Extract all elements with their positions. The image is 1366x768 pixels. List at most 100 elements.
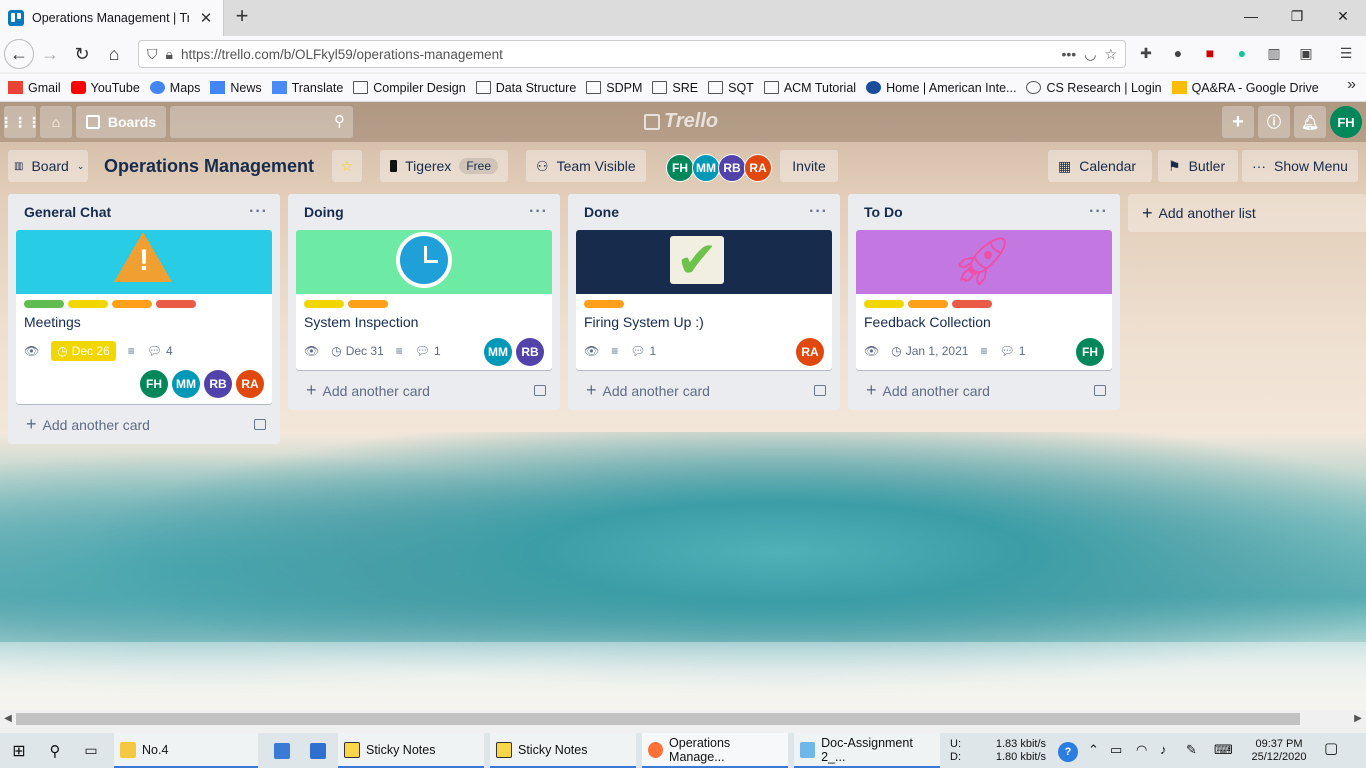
list-menu-icon[interactable]: ··· (1089, 203, 1108, 221)
home-icon[interactable]: ⌂ (98, 39, 130, 69)
pocket-icon[interactable]: ◡ (1084, 46, 1096, 63)
list-title[interactable]: To Do (864, 204, 903, 220)
due-date-badge[interactable]: ◷ Jan 1, 2021 (891, 344, 968, 358)
add-card-button[interactable]: + Add another card (856, 370, 1112, 410)
card-template-icon[interactable] (814, 384, 826, 396)
browser-tab[interactable]: Operations Management | Trello ✕ (0, 0, 224, 36)
board-view-switcher[interactable]: ▥ Board ⌄ (8, 150, 88, 182)
taskbar-file-explorer[interactable]: No.4 (114, 733, 258, 768)
invite-button[interactable]: Invite (780, 150, 838, 182)
shield-icon[interactable]: ⛉ (147, 46, 158, 63)
bookmark-acm-tutorial[interactable]: ACM Tutorial (763, 81, 856, 95)
new-tab-button[interactable]: + (230, 5, 254, 29)
menu-icon[interactable]: ☰ (1334, 42, 1358, 64)
search-input[interactable]: ⚲ (170, 106, 353, 138)
add-list-button[interactable]: + Add another list (1128, 194, 1366, 232)
label-yellow[interactable] (304, 300, 344, 308)
due-date-badge[interactable]: ◷ Dec 26 (51, 341, 116, 361)
pen-icon[interactable]: ✎ (1186, 743, 1197, 756)
member-avatar[interactable]: FH (1076, 338, 1104, 366)
volume-icon[interactable]: ♪ (1160, 743, 1167, 756)
apps-grid-icon[interactable]: ⋮⋮⋮ (0, 106, 41, 138)
label-green[interactable] (24, 300, 64, 308)
card-template-icon[interactable] (254, 418, 266, 430)
bookmark-gmail[interactable]: Gmail (8, 81, 61, 95)
label-red[interactable] (156, 300, 196, 308)
due-date-badge[interactable]: ◷ Dec 31 (331, 344, 384, 358)
list-menu-icon[interactable]: ··· (529, 203, 548, 221)
add-card-button[interactable]: + Add another card (296, 370, 552, 410)
forward-arrow-icon[interactable]: → (34, 39, 66, 69)
label-orange[interactable] (908, 300, 948, 308)
list-title[interactable]: General Chat (24, 204, 111, 220)
list-menu-icon[interactable]: ··· (809, 203, 828, 221)
boards-button[interactable]: Boards (76, 106, 166, 138)
visibility-button[interactable]: ⚇ Team Visible (526, 150, 646, 182)
member-avatar[interactable]: MM (172, 370, 200, 398)
label-orange[interactable] (348, 300, 388, 308)
keyboard-icon[interactable]: ⌨ (1214, 743, 1233, 756)
more-actions-icon[interactable]: ••• (1062, 46, 1077, 62)
show-menu-button[interactable]: ··· Show Menu (1242, 150, 1358, 182)
clock[interactable]: 09:37 PM 25/12/2020 (1246, 738, 1312, 764)
notification-bell-icon[interactable]: 🔔︎ (1294, 106, 1326, 138)
bookmark-sdpm[interactable]: SDPM (586, 81, 642, 95)
star-bookmark-icon[interactable]: ☆ (1104, 46, 1117, 63)
grammarly-icon[interactable]: ● (1230, 42, 1254, 64)
window-close-icon[interactable]: ✕ (1320, 0, 1366, 32)
butler-button[interactable]: ⚑ Butler (1158, 150, 1238, 182)
bookmark-news[interactable]: News (210, 81, 262, 95)
member-avatar[interactable]: MM (692, 154, 720, 182)
bookmark-translate[interactable]: Translate (271, 81, 343, 95)
url-text[interactable]: https://trello.com/b/OLFkyl59/operations… (181, 47, 1054, 62)
add-card-button[interactable]: + Add another card (16, 404, 272, 444)
member-avatar[interactable]: FH (666, 154, 694, 182)
scrollbar-thumb[interactable] (16, 713, 1300, 725)
url-bar[interactable]: ⛉ 🔒︎ https://trello.com/b/OLFkyl59/opera… (138, 40, 1126, 68)
label-yellow[interactable] (68, 300, 108, 308)
bookmark-cs-research[interactable]: CS Research | Login (1026, 81, 1162, 95)
info-icon[interactable]: ⓘ (1258, 106, 1290, 138)
close-tab-icon[interactable]: ✕ (197, 9, 215, 27)
search-icon[interactable]: ⚲ (334, 112, 345, 130)
list-title[interactable]: Done (584, 204, 619, 220)
member-avatar[interactable]: RB (516, 338, 544, 366)
create-plus-icon[interactable]: + (1222, 106, 1254, 138)
taskbar-app-icon[interactable] (268, 733, 296, 768)
minimize-icon[interactable]: — (1228, 0, 1274, 32)
label-orange[interactable] (112, 300, 152, 308)
card-system-inspection[interactable]: System Inspection 👁︎ ◷ Dec 31 ≡ 💬︎ 1 MM RB (296, 230, 552, 370)
selenium-icon[interactable]: ▣ (1294, 42, 1318, 64)
horizontal-scrollbar[interactable]: ◀ ▶ (0, 710, 1366, 728)
add-card-button[interactable]: + Add another card (576, 370, 832, 410)
taskbar-firefox[interactable]: Operations Manage... (642, 733, 788, 768)
scroll-right-icon[interactable]: ▶ (1350, 710, 1366, 728)
card-template-icon[interactable] (534, 384, 546, 396)
bookmarks-overflow-icon[interactable]: » (1347, 76, 1356, 94)
member-avatar[interactable]: FH (140, 370, 168, 398)
taskbar-document[interactable]: Doc-Assignment 2_... (794, 733, 940, 768)
home-icon[interactable]: ⌂ (40, 106, 72, 138)
label-yellow[interactable] (864, 300, 904, 308)
help-icon[interactable]: ? (1058, 742, 1078, 762)
taskbar-sticky-notes[interactable]: Sticky Notes (490, 733, 636, 768)
search-icon[interactable]: ⚲ (40, 733, 70, 768)
member-avatar[interactable]: RB (718, 154, 746, 182)
member-avatar[interactable]: RB (204, 370, 232, 398)
wifi-icon[interactable]: ◠ (1136, 743, 1147, 756)
list-title[interactable]: Doing (304, 204, 344, 220)
list-menu-icon[interactable]: ··· (249, 203, 268, 221)
scroll-left-icon[interactable]: ◀ (0, 710, 16, 728)
star-icon[interactable]: ☆ (332, 150, 362, 182)
bookmark-data-structure[interactable]: Data Structure (475, 81, 576, 95)
battery-icon[interactable]: ▭ (1110, 743, 1122, 756)
member-avatar[interactable]: RA (236, 370, 264, 398)
task-view-icon[interactable]: ▭ (76, 733, 106, 768)
back-arrow-icon[interactable]: ← (4, 39, 34, 69)
windows-start-icon[interactable]: ⊞ (4, 733, 34, 768)
restore-icon[interactable]: ❐ (1274, 0, 1320, 32)
card-feedback-collection[interactable]: 🚀︎ Feedback Collection 👁︎ ◷ Jan 1, 2021 ≡… (856, 230, 1112, 370)
bookmark-youtube[interactable]: YouTube (70, 81, 140, 95)
card-meetings[interactable]: ! Meetings 👁︎ ◷ Dec 26 ≡ 💬︎ 4 FH MM RB R… (16, 230, 272, 404)
member-avatar[interactable]: MM (484, 338, 512, 366)
